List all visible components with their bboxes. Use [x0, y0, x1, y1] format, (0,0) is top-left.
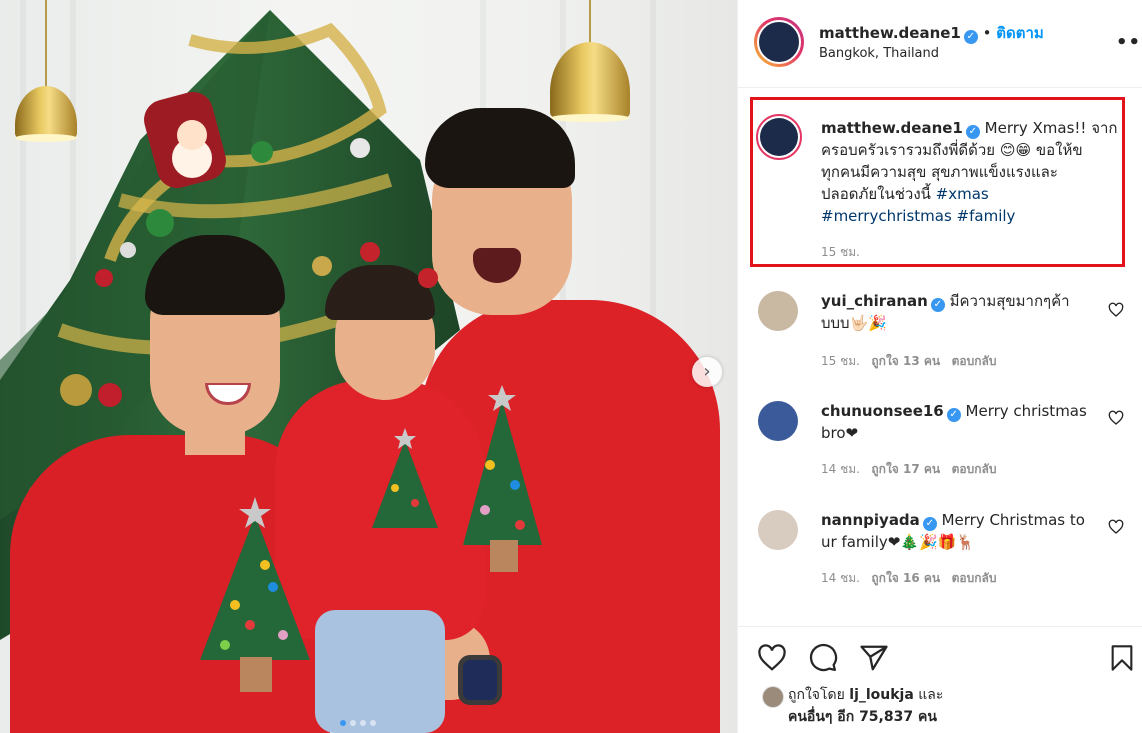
comment-time[interactable]: 14 ชม. — [821, 462, 860, 476]
carousel-dot — [370, 720, 376, 726]
follow-button[interactable]: ติดตาม — [996, 24, 1044, 42]
author-avatar[interactable] — [754, 17, 804, 67]
next-photo-button[interactable]: › — [692, 357, 722, 387]
comment-likes[interactable]: ถูกใจ 16 คน — [871, 571, 940, 585]
caption-time[interactable]: 15 ชม. — [821, 243, 860, 262]
comment-meta: 14 ชม. ถูกใจ 16 คน ตอบกลับ — [821, 569, 996, 588]
hashtag-link[interactable]: #merrychristmas — [821, 207, 952, 225]
comment-meta: 14 ชม. ถูกใจ 17 คน ตอบกลับ — [821, 460, 996, 479]
comment-text: มีความสุขมากๆค้า — [944, 292, 1070, 310]
commenter-username[interactable]: nannpiyada — [821, 511, 920, 529]
likes-summary: ถูกใจโดย lj_loukja และ คนอื่นๆ อีก 75,83… — [788, 684, 943, 728]
share-icon[interactable] — [858, 643, 890, 673]
verified-badge-icon: ✓ — [963, 30, 978, 44]
comment-text: Merry christmas — [960, 402, 1087, 420]
comment-meta: 15 ชม. ถูกใจ 13 คน ตอบกลับ — [821, 352, 996, 371]
felt-tree-patch — [463, 385, 542, 572]
reply-button[interactable]: ตอบกลับ — [952, 354, 997, 368]
felt-tree-patch — [200, 497, 310, 692]
commenter-avatar[interactable] — [758, 291, 798, 331]
felt-tree-patch — [372, 428, 438, 528]
others-liked-link[interactable]: คนอื่นๆ อีก 75,837 คน — [788, 706, 943, 728]
reply-button[interactable]: ตอบกลับ — [952, 462, 997, 476]
comment-line: nannpiyada ✓ Merry Christmas to — [821, 509, 1085, 531]
heart-icon[interactable] — [1108, 410, 1124, 426]
caption-line: ปลอดภัยในช่วงนี้ #xmas — [821, 183, 989, 205]
caption-line: matthew.deane1 ✓ Merry Xmas!! จาก — [821, 117, 1118, 139]
caption-line: #merrychristmas #family — [821, 205, 1015, 227]
verified-badge-icon: ✓ — [922, 517, 937, 531]
comment-likes[interactable]: ถูกใจ 17 คน — [871, 462, 940, 476]
caption-text: Merry Xmas!! จาก — [979, 119, 1118, 137]
comment-text: บบบ🤟🏻🎉 — [821, 314, 887, 332]
comment-text: ur family❤🎄🎉🎁🦌 — [821, 533, 976, 551]
caption-avatar[interactable] — [756, 114, 802, 160]
verified-badge-icon: ✓ — [946, 408, 961, 422]
carousel-dot — [340, 720, 346, 726]
chevron-right-icon: › — [703, 361, 711, 382]
comment-text: Merry Christmas to — [936, 511, 1085, 529]
post-photo[interactable]: › — [0, 0, 737, 733]
hashtag-link[interactable]: #family — [957, 207, 1016, 225]
author-username[interactable]: matthew.deane1 — [819, 24, 961, 42]
carousel-dot — [350, 720, 356, 726]
comment-likes[interactable]: ถูกใจ 13 คน — [871, 354, 940, 368]
carousel-dots — [340, 720, 376, 726]
liker-username[interactable]: lj_loukja — [849, 687, 914, 703]
commenter-username[interactable]: chunuonsee16 — [821, 402, 944, 420]
commenter-avatar[interactable] — [758, 401, 798, 441]
verified-badge-icon: ✓ — [965, 125, 980, 139]
heart-icon[interactable] — [1108, 302, 1124, 318]
caption-text: ทุกคนมีความสุข สุขภาพแข็งแรงและ — [821, 163, 1058, 181]
comment-time[interactable]: 15 ชม. — [821, 354, 860, 368]
carousel-dot — [360, 720, 366, 726]
caption-text: ปลอดภัยในช่วงนี้ — [821, 185, 936, 203]
comment-text: bro❤ — [821, 424, 859, 442]
likes-prefix: ถูกใจโดย — [788, 687, 850, 703]
heart-icon[interactable] — [1108, 519, 1124, 535]
caption-username[interactable]: matthew.deane1 — [821, 119, 963, 137]
comment-line: chunuonsee16 ✓ Merry christmas — [821, 400, 1087, 422]
post-location[interactable]: Bangkok, Thailand — [819, 46, 939, 61]
post-header: matthew.deane1 ✓ • ติดตาม Bangkok, Thaila… — [738, 0, 1142, 88]
post-side-panel: matthew.deane1 ✓ • ติดตาม Bangkok, Thaila… — [737, 0, 1142, 733]
commenter-avatar[interactable] — [758, 510, 798, 550]
heart-icon[interactable] — [756, 643, 788, 673]
comment-icon[interactable] — [807, 643, 839, 673]
hashtag-link[interactable]: #xmas — [936, 185, 989, 203]
likes-suffix: และ — [913, 687, 944, 703]
comment-time[interactable]: 14 ชม. — [821, 571, 860, 585]
more-options-button[interactable]: ••• — [1116, 32, 1142, 53]
bookmark-icon[interactable] — [1108, 643, 1136, 673]
comment-line: yui_chiranan ✓ มีความสุขมากๆค้า — [821, 290, 1070, 312]
reply-button[interactable]: ตอบกลับ — [952, 571, 997, 585]
author-line: matthew.deane1 ✓ • ติดตาม — [819, 24, 1044, 44]
likes-line: ถูกใจโดย lj_loukja และ — [788, 684, 943, 706]
commenter-username[interactable]: yui_chiranan — [821, 292, 928, 310]
liker-avatar[interactable] — [762, 686, 784, 708]
caption-text: ครอบครัวเรารวมถึงพี่ดีด้วย 😊😁 ขอให้ข — [821, 141, 1083, 159]
verified-badge-icon: ✓ — [930, 298, 945, 312]
